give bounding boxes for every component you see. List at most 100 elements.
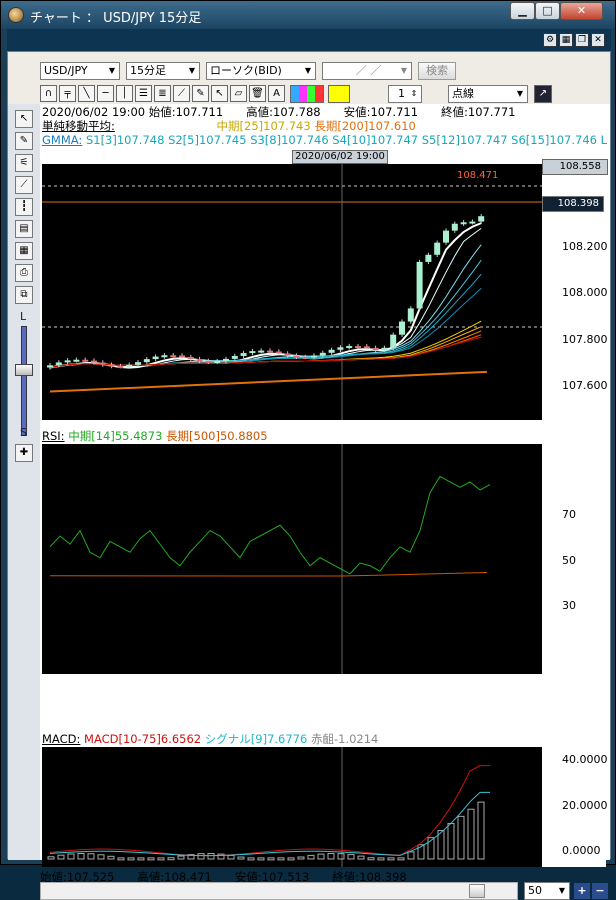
layout-icon[interactable]: ▦: [559, 33, 573, 47]
panel-icon[interactable]: ▤: [15, 220, 33, 238]
candle-body: [91, 360, 97, 363]
hist-value: 赤齟-1.0214: [310, 732, 379, 746]
rsi-info: RSI: 中期[14]55.4873 長期[500]50.8805: [42, 430, 268, 443]
candle-body: [258, 350, 265, 353]
gmma-info: GMMA: S1[3]107.748 S2[5]107.745 S3[8]107…: [42, 134, 607, 147]
rsi-tick: 50: [562, 554, 576, 567]
color-palette[interactable]: [290, 85, 324, 103]
close-child-icon[interactable]: ✕: [591, 33, 605, 47]
macd-hist-bar: [237, 856, 245, 860]
macd-hist-bar: [247, 857, 255, 861]
rsi-panel[interactable]: [42, 444, 542, 674]
settings-icon[interactable]: ⚙: [543, 33, 557, 47]
close-button[interactable]: ✕: [560, 2, 603, 20]
date-input[interactable]: ／ ／ ▼: [322, 62, 412, 80]
zoom-select[interactable]: 50 ▼: [524, 882, 570, 900]
ma-line: [49, 336, 482, 368]
sma-mid-value: 中期[25]107.743: [216, 119, 311, 133]
ma-line: [49, 336, 482, 368]
copy-icon[interactable]: ⧉: [15, 286, 33, 304]
macd-tick: 20.0000: [562, 799, 608, 812]
timeframe-select[interactable]: 15分足 ▼: [126, 62, 200, 80]
macd-label: MACD:: [42, 732, 81, 746]
mdi-bar: ⚙ ▦ ❐ ✕: [7, 29, 611, 51]
macd-hist-bar: [277, 857, 285, 861]
line-style-select[interactable]: 点線 ▼: [448, 85, 528, 103]
cursor-mode-icon[interactable]: ↗: [534, 85, 552, 103]
zoom-slider-handle[interactable]: [15, 364, 33, 376]
rsi-chart: [49, 444, 491, 674]
zoom-track[interactable]: [21, 326, 27, 436]
macd-hist-bar: [257, 857, 265, 861]
current-price-label: 108.398: [542, 196, 604, 212]
print-icon[interactable]: ⎙: [15, 264, 33, 282]
trash-icon[interactable]: 🗑: [249, 85, 266, 102]
candle-body: [390, 334, 397, 348]
data-icon[interactable]: ▦: [15, 242, 33, 260]
hline-tool-icon[interactable]: ─: [97, 85, 114, 102]
macd-hist-bar: [367, 857, 375, 861]
pointer-icon[interactable]: ↖: [15, 110, 33, 128]
horizontal-scrollbar[interactable]: [40, 882, 518, 900]
window-title: チャート ： USD/JPY 15分足: [30, 11, 202, 26]
toolbar: USD/JPY ▼ 15分足 ▼ ローソク(BID) ▼ ／ ／ ▼ 検索 ∩ ╤ ╲ …: [8, 52, 610, 104]
trend-tool-icon[interactable]: ╤: [59, 85, 76, 102]
magnet-icon[interactable]: ∩: [40, 85, 57, 102]
crosshair-icon[interactable]: ✚: [15, 444, 33, 462]
gmma-label: GMMA:: [42, 133, 83, 147]
minimize-button[interactable]: ▁: [510, 2, 535, 20]
macd-panel[interactable]: [42, 747, 542, 867]
macd-hist-bar: [137, 857, 145, 861]
macd-hist-bar: [267, 857, 275, 861]
candle-body: [355, 346, 361, 349]
pair-value: USD/JPY: [44, 64, 88, 77]
fan-tool-icon[interactable]: ⟋: [173, 85, 190, 102]
selected-color-swatch[interactable]: [328, 85, 350, 103]
macd-hist-bar: [97, 854, 105, 860]
price-tick: 108.000: [562, 286, 608, 299]
line-tool-icon[interactable]: ╲: [78, 85, 95, 102]
vline-tool-icon[interactable]: │: [116, 85, 133, 102]
timeframe-value: 15分足: [130, 64, 166, 77]
search-button[interactable]: 検索: [418, 62, 456, 80]
chart-type-select[interactable]: ローソク(BID) ▼: [206, 62, 316, 80]
maximize-button[interactable]: □: [535, 2, 560, 20]
candle-body: [152, 356, 159, 360]
count-spinner[interactable]: 1 ⇕: [388, 85, 422, 103]
fibo-tool-icon[interactable]: ≣: [154, 85, 171, 102]
chevron-down-icon: ▼: [188, 66, 196, 75]
candle-body: [179, 355, 185, 358]
pen-tool-icon[interactable]: ✎: [192, 85, 209, 102]
pointer-tool-icon[interactable]: ↖: [211, 85, 228, 102]
restore-icon[interactable]: ❐: [575, 33, 589, 47]
pair-select[interactable]: USD/JPY ▼: [40, 62, 120, 80]
candle-body: [293, 355, 300, 358]
oscillator-icon[interactable]: ⟋: [15, 176, 33, 194]
candle-body: [346, 346, 353, 349]
candle-body: [478, 216, 485, 222]
eraser-icon[interactable]: ▱: [230, 85, 247, 102]
candle-body: [407, 308, 414, 322]
text-tool-icon[interactable]: A: [268, 85, 285, 102]
price-tick: 108.200: [562, 240, 608, 253]
chevron-down-icon: ▼: [304, 66, 312, 75]
bar-style-icon[interactable]: ┇: [15, 198, 33, 216]
candle-body: [302, 356, 309, 359]
macd-hist-bar: [297, 856, 305, 860]
candle-body: [126, 364, 133, 367]
title-bar[interactable]: チャート ： USD/JPY 15分足 ▁ □ ✕: [1, 1, 615, 29]
draw-icon[interactable]: ✎: [15, 132, 33, 150]
candle-body: [443, 230, 449, 243]
channel-tool-icon[interactable]: ☰: [135, 85, 152, 102]
candle-body: [319, 352, 326, 356]
scroll-thumb[interactable]: [469, 884, 485, 898]
candle-body: [240, 353, 247, 356]
price-panel[interactable]: 108.471: [42, 164, 542, 420]
macd-value: MACD[10-75]6.6562: [84, 732, 202, 746]
candle-body: [187, 356, 194, 360]
zoom-in-button[interactable]: +: [574, 883, 590, 899]
zoom-out-button[interactable]: −: [592, 883, 608, 899]
indicator-icon[interactable]: ⚟: [15, 154, 33, 172]
candle-body: [205, 360, 212, 363]
footer-ohlc: 始値:107.525 高値:108.471 安値:107.513 終値:108.…: [40, 870, 407, 884]
